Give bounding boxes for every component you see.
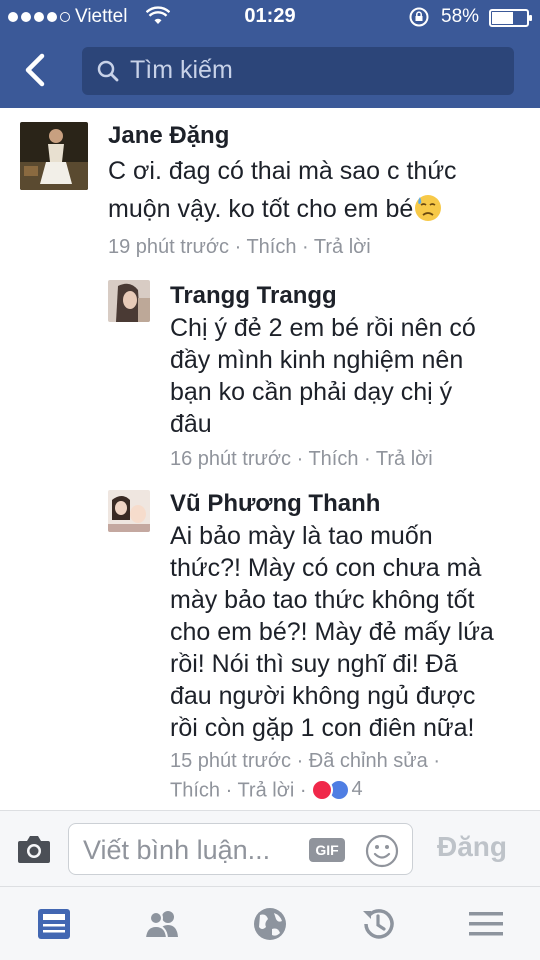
love-reaction-icon bbox=[310, 778, 333, 801]
comment-text-line: rồi còn gặp 1 con điên nữa! bbox=[170, 714, 475, 742]
battery-percentage: 58% bbox=[441, 6, 480, 27]
comment-text-line: bạn ko cần phải dạy chị ý bbox=[170, 378, 453, 406]
like-link[interactable]: Thích bbox=[308, 448, 358, 470]
edited-label[interactable]: Đã chỉnh sửa bbox=[309, 750, 428, 772]
comment-input-placeholder: Viết bình luận... bbox=[83, 835, 271, 865]
rotation-lock-icon bbox=[409, 7, 429, 27]
status-bar: Viettel 01:29 58% bbox=[0, 0, 540, 36]
friends-icon[interactable] bbox=[142, 905, 182, 943]
news-feed-icon[interactable] bbox=[34, 905, 74, 943]
comment-text: Chị ý đẻ 2 em bé rồi nên có đầy mình kin… bbox=[170, 312, 476, 440]
comment-text-line: Chị ý đẻ 2 em bé rồi nên có bbox=[170, 314, 476, 342]
gif-button[interactable]: GIF bbox=[309, 838, 345, 862]
comment-text-line: đâu bbox=[170, 410, 212, 438]
search-icon bbox=[97, 60, 119, 82]
comment-text-line: rồi! Nói thì suy nghĩ đi! Đã bbox=[170, 650, 458, 678]
reply-link[interactable]: Trả lời bbox=[237, 780, 294, 802]
like-link[interactable]: Thích bbox=[170, 780, 220, 802]
battery-icon bbox=[489, 9, 532, 27]
bottom-navigation bbox=[0, 886, 540, 960]
like-link[interactable]: Thích bbox=[246, 236, 296, 258]
top-bar: Viettel 01:29 58% Tìm kiếm bbox=[0, 0, 540, 108]
avatar[interactable] bbox=[108, 280, 150, 322]
sad-sweat-emoji-icon bbox=[415, 195, 442, 221]
comment-author[interactable]: Jane Đặng bbox=[108, 122, 229, 150]
comment-author[interactable]: Vũ Phương Thanh bbox=[170, 490, 380, 518]
search-bar[interactable]: Tìm kiếm bbox=[82, 47, 514, 95]
back-arrow-icon[interactable] bbox=[18, 50, 54, 90]
reaction-summary[interactable]: 4 bbox=[310, 778, 363, 801]
comment-thread: Jane Đặng C ơi. đag có thai mà sao c thứ… bbox=[0, 108, 540, 810]
comment-actions: Thích · Trả lời · 4 bbox=[170, 778, 363, 802]
comment-text-line: đầy mình kinh nghiệm nên bbox=[170, 346, 464, 374]
comment-text-line: C ơi. đag có thai mà sao c thức bbox=[108, 157, 457, 185]
comment-meta: 15 phút trước · Đã chỉnh sửa · bbox=[170, 750, 441, 772]
comment-text: Ai bảo mày là tao muốn thức?! Mày có con… bbox=[170, 520, 494, 744]
comment-author[interactable]: Trangg Trangg bbox=[170, 282, 337, 310]
post-button[interactable]: Đăng bbox=[437, 831, 507, 863]
globe-icon[interactable] bbox=[250, 905, 290, 943]
comment-text-line: cho em bé?! Mày đẻ mấy lứa bbox=[170, 618, 494, 646]
reaction-count: 4 bbox=[351, 778, 363, 800]
avatar[interactable] bbox=[20, 122, 88, 190]
camera-icon[interactable] bbox=[16, 833, 52, 865]
comment-timestamp: 15 phút trước bbox=[170, 750, 292, 772]
comment-text-line: đau người không ngủ được bbox=[170, 682, 476, 710]
sticker-smiley-icon[interactable] bbox=[365, 834, 399, 868]
comment-timestamp: 16 phút trước bbox=[170, 448, 292, 470]
reply-link[interactable]: Trả lời bbox=[314, 236, 371, 258]
comment-meta: 19 phút trước · Thích · Trả lời bbox=[108, 236, 371, 258]
comment-input[interactable]: Viết bình luận... GIF bbox=[68, 823, 413, 875]
comment-text-line: thức?! Mày có con chưa mà bbox=[170, 554, 482, 582]
comment-meta: 16 phút trước · Thích · Trả lời bbox=[170, 448, 433, 470]
comment-timestamp: 19 phút trước bbox=[108, 236, 230, 258]
comment-text-line: muộn vậy. ko tốt cho em bé bbox=[108, 195, 414, 223]
comment-composer: Viết bình luận... GIF Đăng bbox=[0, 810, 540, 886]
menu-icon[interactable] bbox=[466, 905, 506, 943]
avatar[interactable] bbox=[108, 490, 150, 532]
comment-text: C ơi. đag có thai mà sao c thức muộn vậy… bbox=[108, 152, 457, 228]
history-icon[interactable] bbox=[358, 905, 398, 943]
comment-text-line: mày bảo tao thức không tốt bbox=[170, 586, 475, 614]
comment-text-line: Ai bảo mày là tao muốn bbox=[170, 522, 433, 550]
reply-link[interactable]: Trả lời bbox=[376, 448, 433, 470]
search-placeholder: Tìm kiếm bbox=[130, 56, 233, 84]
